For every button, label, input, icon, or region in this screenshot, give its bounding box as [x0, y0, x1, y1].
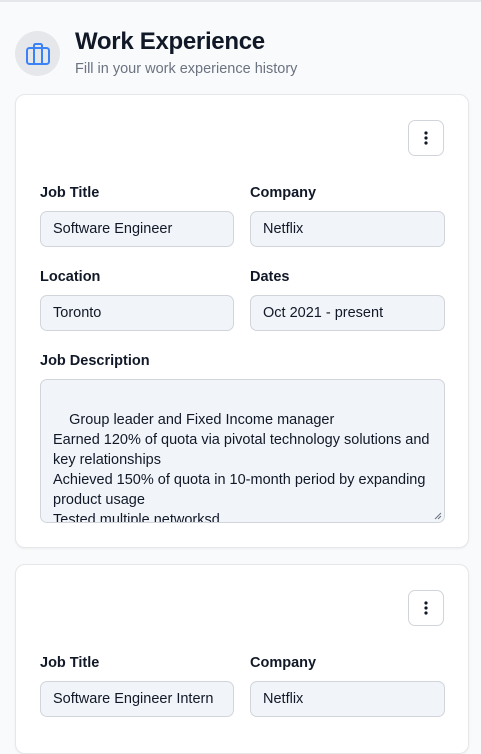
dates-input[interactable]: Oct 2021 - present: [250, 295, 445, 331]
page-title: Work Experience: [75, 28, 265, 55]
briefcase-icon-badge: [15, 31, 60, 76]
job-description-text: Group leader and Fixed Income manager Ea…: [53, 412, 430, 523]
job-title-input[interactable]: Software Engineer Intern: [40, 681, 234, 717]
dates-label: Dates: [250, 269, 290, 285]
job-description-textarea[interactable]: Group leader and Fixed Income manager Ea…: [40, 379, 445, 523]
job-title-label: Job Title: [40, 655, 100, 671]
page-subtitle: Fill in your work experience history: [75, 61, 298, 77]
more-options-button[interactable]: [408, 120, 444, 156]
location-label: Location: [40, 269, 101, 285]
job-title-input[interactable]: Software Engineer: [40, 211, 234, 247]
company-input[interactable]: Netflix: [250, 681, 445, 717]
experience-card: Job Title Company Software Engineer Inte…: [15, 564, 469, 754]
location-input[interactable]: Toronto: [40, 295, 234, 331]
section-header: Work Experience Fill in your work experi…: [15, 28, 475, 80]
job-description-label: Job Description: [40, 353, 150, 369]
company-label: Company: [250, 185, 317, 201]
experience-card: Job Title Company Software Engineer Netf…: [15, 94, 469, 548]
company-input[interactable]: Netflix: [250, 211, 445, 247]
company-label: Company: [250, 655, 317, 671]
more-options-button[interactable]: [408, 590, 444, 626]
top-divider: [0, 0, 481, 2]
briefcase-icon: [25, 42, 50, 65]
more-vertical-icon: [424, 601, 428, 615]
resize-handle-icon[interactable]: [434, 512, 442, 520]
more-vertical-icon: [424, 131, 428, 145]
job-title-label: Job Title: [40, 185, 100, 201]
